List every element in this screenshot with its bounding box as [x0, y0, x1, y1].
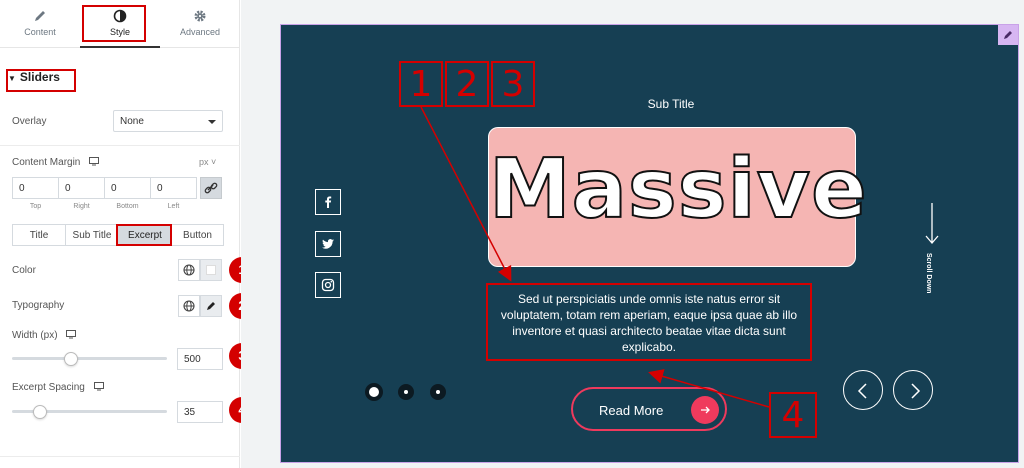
highlight-sliders-section [6, 69, 76, 92]
globe-icon [183, 300, 195, 312]
divider [0, 456, 240, 457]
overlay-label: Overlay [12, 116, 47, 127]
annotation-label-3: 3 [491, 61, 535, 107]
link-icon [204, 182, 218, 194]
width-slider-handle[interactable] [63, 352, 78, 366]
segment-button[interactable]: Button [172, 225, 223, 245]
desktop-icon [89, 157, 100, 166]
scroll-down-label: Scroll Down [925, 253, 932, 294]
slide-title-box: Massive [488, 127, 868, 267]
chevron-right-icon [911, 383, 921, 399]
facebook-link[interactable] [315, 189, 341, 215]
next-slide-button[interactable] [893, 370, 933, 410]
scroll-down-indicator[interactable]: Scroll Down [917, 201, 947, 305]
margin-left-input[interactable]: 0 [150, 177, 197, 199]
margin-top-input[interactable]: 0 [12, 177, 59, 199]
pencil-icon [207, 302, 215, 310]
link-values-button[interactable] [200, 177, 222, 199]
margin-bottom-input[interactable]: 0 [104, 177, 151, 199]
highlight-style-tab [82, 5, 146, 42]
excerpt-spacing-text: Excerpt Spacing [12, 382, 85, 393]
content-margin-text: Content Margin [12, 157, 81, 168]
color-picker-button[interactable] [200, 259, 222, 281]
edit-widget-button[interactable] [998, 25, 1018, 45]
width-input[interactable]: 500 [177, 348, 223, 370]
slider-widget: Sub Title Massive Sed ut perspiciatis un… [280, 24, 1019, 463]
typography-label: Typography [12, 300, 65, 311]
instagram-link[interactable] [315, 272, 341, 298]
facebook-icon [325, 196, 332, 208]
globe-icon [183, 264, 195, 276]
global-color-button[interactable] [178, 259, 200, 281]
slide-excerpt: Sed ut perspiciatis unde omnis iste natu… [500, 292, 798, 354]
color-swatch [206, 265, 216, 275]
preview-area: Sub Title Massive Sed ut perspiciatis un… [241, 0, 1024, 468]
instagram-icon [321, 278, 335, 292]
content-margin-label: Content Margin [12, 157, 100, 168]
tab-advanced[interactable]: Advanced [160, 0, 240, 47]
color-label: Color [12, 265, 36, 276]
arrow-right-icon [691, 396, 719, 424]
segment-title[interactable]: Title [13, 225, 66, 245]
slide-dot-active[interactable] [365, 383, 383, 401]
desktop-icon [93, 382, 104, 391]
highlight-excerpt-segment [116, 224, 172, 246]
overlay-value: None [120, 116, 144, 127]
slide-dot[interactable] [398, 384, 414, 400]
read-more-button[interactable]: Read More [571, 387, 727, 431]
tab-content[interactable]: Content [0, 0, 80, 47]
slide-subtitle: Sub Title [647, 97, 695, 111]
slide-title: Massive [488, 141, 868, 238]
chevron-left-icon [857, 383, 867, 399]
tab-content-label: Content [24, 27, 56, 37]
pencil-icon [1004, 31, 1012, 39]
margin-right-input[interactable]: 0 [58, 177, 105, 199]
spacing-slider-handle[interactable] [32, 405, 47, 419]
excerpt-spacing-label: Excerpt Spacing [12, 382, 104, 393]
pencil-icon [35, 11, 45, 21]
twitter-icon [322, 239, 334, 249]
desktop-icon [66, 330, 77, 339]
slide-dot[interactable] [430, 384, 446, 400]
global-typography-button[interactable] [178, 295, 200, 317]
caption-right: Right [73, 203, 90, 210]
annotation-label-2: 2 [445, 61, 489, 107]
style-panel: Content Style Advanced ▼ Sliders Overlay … [0, 0, 255, 468]
caption-left: Left [167, 203, 180, 210]
unit-value: px [199, 157, 209, 167]
edit-typography-button[interactable] [200, 295, 222, 317]
gear-icon [194, 10, 206, 22]
annotation-label-4: 4 [769, 392, 817, 438]
tab-advanced-label: Advanced [179, 27, 221, 37]
overlay-select[interactable]: None [113, 110, 223, 132]
spacing-input[interactable]: 35 [177, 401, 223, 423]
caption-bottom: Bottom [116, 203, 139, 210]
arrow-down-icon [925, 203, 939, 244]
excerpt-highlight: Sed ut perspiciatis unde omnis iste natu… [486, 283, 812, 361]
divider [0, 145, 240, 146]
annotation-label-1: 1 [399, 61, 443, 107]
width-label-text: Width (px) [12, 330, 58, 341]
width-slider-track[interactable] [12, 357, 167, 360]
width-label: Width (px) [12, 330, 77, 341]
prev-slide-button[interactable] [843, 370, 883, 410]
read-more-label: Read More [599, 403, 664, 418]
chevron-down-icon [208, 120, 216, 124]
unit-selector[interactable]: px ˅ [199, 157, 216, 167]
caption-top: Top [29, 203, 42, 210]
twitter-link[interactable] [315, 231, 341, 257]
segment-subtitle[interactable]: Sub Title [66, 225, 119, 245]
